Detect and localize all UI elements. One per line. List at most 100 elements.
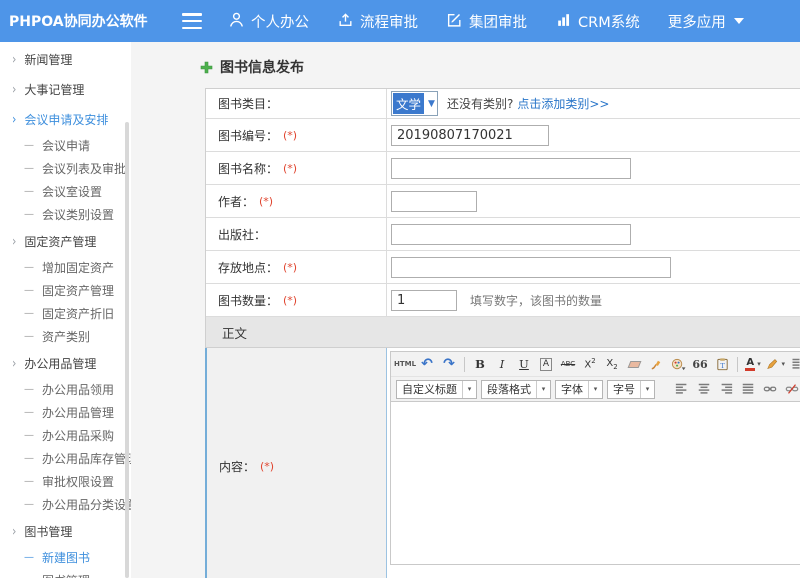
toolbar-select-字号[interactable]: 字号▾	[607, 380, 655, 399]
required-mark: (*)	[283, 294, 297, 307]
blockquote-icon[interactable]: 66	[690, 354, 710, 374]
topnav-label: 集团审批	[469, 11, 527, 32]
align-right-icon[interactable]	[716, 379, 736, 399]
publisher-input[interactable]	[391, 224, 631, 245]
hamburger-icon[interactable]	[182, 13, 202, 29]
sidebar-item-办公用品管理[interactable]: —办公用品管理	[0, 401, 131, 424]
sidebar-group-会议申请及安排[interactable]: ›会议申请及安排	[0, 104, 131, 134]
field-label-cell: 作者：(*)	[206, 185, 387, 217]
dash-icon: —	[24, 262, 34, 273]
book-name-input[interactable]	[391, 158, 631, 179]
sidebar-item-审批权限设置[interactable]: —审批权限设置	[0, 470, 131, 493]
bold-icon[interactable]: B	[470, 354, 490, 374]
italic-icon[interactable]: I	[492, 354, 512, 374]
dash-icon: —	[24, 308, 34, 319]
sidebar-group-大事记管理[interactable]: ›大事记管理	[0, 74, 131, 104]
field-label: 内容：	[219, 458, 255, 475]
insert-link-icon[interactable]	[760, 379, 780, 399]
editor-content-area[interactable]	[391, 402, 800, 564]
undo-icon[interactable]: ↶	[417, 354, 437, 374]
topnav-item-流程审批[interactable]: 流程审批	[337, 11, 418, 32]
superscript-icon[interactable]: X2	[580, 354, 600, 374]
text-color-palette-icon[interactable]	[668, 354, 688, 374]
sidebar-group-固定资产管理[interactable]: ›固定资产管理	[0, 226, 131, 256]
dash-icon: —	[24, 476, 34, 487]
form-row-book-name: 图书名称：(*)	[206, 152, 800, 185]
ordered-list-icon[interactable]: ▾	[787, 354, 800, 374]
topnav-item-更多应用[interactable]: 更多应用	[668, 11, 750, 32]
form-row-publisher: 出版社：	[206, 218, 800, 251]
sidebar-item-资产类别[interactable]: —资产类别	[0, 325, 131, 348]
format-painter-icon[interactable]	[646, 354, 666, 374]
caret-down-icon	[734, 13, 750, 29]
location-input[interactable]	[391, 257, 671, 278]
select-arrow-icon: ▾	[462, 381, 476, 398]
font-color-icon[interactable]: A▾	[743, 354, 763, 374]
sidebar-item-label: 会议室设置	[42, 183, 102, 200]
field-label: 图书数量：	[218, 292, 278, 309]
redo-icon[interactable]: ↷	[439, 354, 459, 374]
topnav-item-个人办公[interactable]: 个人办公	[228, 11, 309, 32]
toolbar-select-字体[interactable]: 字体▾	[555, 380, 603, 399]
toolbar-select-段落格式[interactable]: 段落格式▾	[481, 380, 551, 399]
sidebar-group-新闻管理[interactable]: ›新闻管理	[0, 44, 131, 74]
sidebar-item-label: 会议申请	[42, 137, 90, 154]
sidebar-item-办公用品领用[interactable]: —办公用品领用	[0, 378, 131, 401]
sidebar-item-会议申请[interactable]: — 会议申请	[0, 134, 131, 157]
user-icon	[228, 11, 251, 32]
dash-icon: —	[24, 140, 34, 151]
sidebar-scrollbar[interactable]	[125, 122, 129, 578]
align-center-icon[interactable]	[694, 379, 714, 399]
sidebar-item-label: 新建图书	[42, 549, 90, 566]
sidebar-item-办公用品分类设置[interactable]: —办公用品分类设置	[0, 493, 131, 516]
sidebar-item-会议室设置[interactable]: —会议室设置	[0, 180, 131, 203]
align-justify-icon[interactable]	[738, 379, 758, 399]
dash-icon: —	[24, 453, 34, 464]
remove-link-icon[interactable]	[782, 379, 800, 399]
align-left-icon[interactable]	[672, 379, 692, 399]
app-logo: PHPOA协同办公软件	[0, 11, 131, 31]
sidebar-group-办公用品管理[interactable]: ›办公用品管理	[0, 348, 131, 378]
crm-chart-icon	[555, 11, 578, 32]
sidebar-item-新建图书[interactable]: —新建图书	[0, 546, 131, 569]
sidebar-item-办公用品库存管理[interactable]: —办公用品库存管理	[0, 447, 131, 470]
select-arrow-icon: ▼	[428, 99, 435, 109]
form-row-location: 存放地点：(*)	[206, 251, 800, 284]
sidebar-group-图书管理[interactable]: ›图书管理	[0, 516, 131, 546]
required-mark: (*)	[283, 129, 297, 142]
sidebar-item-会议类别设置[interactable]: —会议类别设置	[0, 203, 131, 226]
subscript-icon[interactable]: X2	[602, 354, 622, 374]
sidebar-item-固定资产管理[interactable]: —固定资产管理	[0, 279, 131, 302]
topnav-item-集团审批[interactable]: 集团审批	[446, 11, 527, 32]
toolbar-select-自定义标题[interactable]: 自定义标题▾	[396, 380, 477, 399]
paste-plain-text-icon[interactable]: T	[712, 354, 732, 374]
sidebar-item-label: 会议列表及审批	[42, 160, 126, 177]
author-input[interactable]	[391, 191, 477, 212]
sidebar-item-增加固定资产[interactable]: —增加固定资产	[0, 256, 131, 279]
add-category-link[interactable]: 点击添加类别>>	[517, 95, 609, 112]
sidebar-item-办公用品采购[interactable]: —办公用品采购	[0, 424, 131, 447]
quantity-input[interactable]	[391, 290, 457, 311]
no-category-text: 还没有类别?	[447, 95, 513, 112]
sidebar-menu: ›新闻管理›大事记管理›会议申请及安排—会议申请—会议列表及审批—会议室设置—会…	[0, 42, 131, 578]
html-source-icon[interactable]: HTML	[395, 354, 415, 374]
toolbar-select-label: 字体	[556, 381, 588, 398]
chevron-right-icon: ›	[12, 81, 16, 97]
add-plus-icon	[200, 61, 213, 74]
book-no-input[interactable]	[391, 125, 549, 146]
chevron-right-icon: ›	[12, 355, 16, 371]
strikethrough-icon[interactable]: ABC	[558, 354, 578, 374]
toolbar-separator	[464, 357, 465, 372]
sidebar-item-图书管理[interactable]: —图书管理	[0, 569, 131, 578]
field-label-cell: 图书名称：(*)	[206, 152, 387, 184]
topnav-label: 个人办公	[251, 11, 309, 32]
topnav-item-CRM系统[interactable]: CRM系统	[555, 11, 640, 32]
field-label: 图书类目：	[218, 95, 278, 112]
eraser-icon[interactable]	[624, 354, 644, 374]
sidebar-item-会议列表及审批[interactable]: —会议列表及审批	[0, 157, 131, 180]
sidebar-item-固定资产折旧[interactable]: —固定资产折旧	[0, 302, 131, 325]
font-style-box-icon[interactable]: A	[536, 354, 556, 374]
category-select[interactable]: 文学▼	[391, 91, 438, 116]
underline-icon[interactable]: U	[514, 354, 534, 374]
highlight-pen-icon[interactable]: ▾	[765, 354, 785, 374]
